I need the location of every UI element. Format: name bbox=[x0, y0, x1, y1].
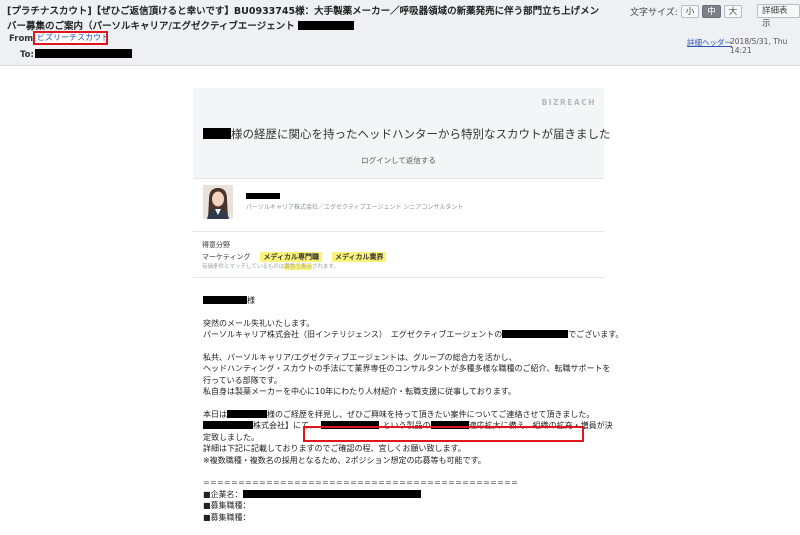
letter-text: パーソルキャリア株式会社（旧インテリジェンス） エグゼクティブエージェントの bbox=[203, 330, 503, 340]
letter-line: ※複数職種・複数名の採用となるため、2ポジション想定の応募等も可能です。 bbox=[203, 455, 486, 465]
job-line: ■募集職種： bbox=[203, 512, 251, 522]
detail-display-button[interactable]: 詳細表示 bbox=[757, 4, 800, 29]
font-size-large-button[interactable]: 大 bbox=[723, 5, 743, 18]
redacted-company bbox=[203, 421, 253, 430]
from-address[interactable]: ビズリーチスカウト+ bbox=[33, 31, 108, 45]
specialty-row: マーケティング メディカル専門職 メディカル業界 bbox=[202, 252, 387, 262]
company-label: ■企業名： bbox=[203, 489, 243, 499]
to-label: To: bbox=[20, 50, 34, 60]
company-line: ■企業名： bbox=[203, 489, 623, 500]
letter-line: 本日は 様のご経歴を拝見し、ぜひご興味を持って頂きたい案件についてご連絡させて頂き… bbox=[203, 409, 623, 420]
letter-text: でございます。 bbox=[568, 330, 624, 340]
redacted-consultant bbox=[502, 330, 569, 339]
avatar-photo bbox=[203, 185, 233, 219]
specialty-note-text: 有価条件とマッチしているものは bbox=[202, 264, 285, 270]
separator-line: ========================================… bbox=[203, 478, 519, 488]
mail-subject: [プラチナスカウト]【ぜひご返信頂けると幸いです】BU0933745様：大手製薬… bbox=[7, 4, 607, 34]
hunter-title: パーソルキャリア株式会社／エグゼクティブエージェント シニアコンサルタント bbox=[246, 204, 464, 211]
letter-line: 詳細は下記に記載しておりますのでご確認の程、宜しくお願い致します。 bbox=[203, 444, 466, 454]
headline-text: 様の経歴に関心を持ったヘッドハンターから特別なスカウトが届きました bbox=[231, 127, 611, 141]
hunter-avatar bbox=[203, 185, 233, 219]
divider bbox=[193, 231, 604, 232]
redacted-hunter-name bbox=[246, 193, 280, 199]
font-size-label: 文字サイズ: bbox=[630, 8, 678, 18]
font-size-control: 文字サイズ: 小 中 大 bbox=[630, 5, 743, 18]
redacted-recipient bbox=[203, 296, 247, 304]
login-reply-link[interactable]: ログインして返信する bbox=[193, 155, 604, 166]
specialty-note-text: されます。 bbox=[311, 264, 339, 270]
salutation-suffix: 様 bbox=[247, 296, 255, 305]
salutation: 様 bbox=[203, 295, 623, 306]
specialty-label: 得意分野 bbox=[202, 241, 230, 249]
letter-line: 突然のメール失礼いたします。 bbox=[203, 318, 315, 328]
specialty-field: マーケティング bbox=[202, 253, 251, 261]
redacted-company-name bbox=[242, 489, 421, 498]
scout-card: BIZREACH 様の経歴に関心を持ったヘッドハンターから特別なスカウトが届きま… bbox=[193, 88, 611, 178]
scout-headline: 様の経歴に関心を持ったヘッドハンターから特別なスカウトが届きました bbox=[203, 126, 611, 142]
redacted-name bbox=[203, 128, 231, 139]
divider bbox=[193, 178, 604, 179]
bizreach-logo: BIZREACH bbox=[541, 98, 596, 107]
specialty-tag: メディカル専門職 bbox=[260, 252, 322, 262]
letter-line: ヘッドハンティング・スカウトの手法にて業界専任のコンサルタントが多種多様な職種の… bbox=[203, 364, 611, 374]
detail-header-link[interactable]: 詳細ヘッダー bbox=[687, 37, 732, 48]
redacted-subject-part bbox=[298, 21, 355, 30]
letter-body: 様 突然のメール失礼いたします。 パーソルキャリア株式会社（旧インテリジェンス）… bbox=[203, 295, 623, 523]
from-sender-name[interactable]: ビズリーチスカウト bbox=[37, 33, 106, 42]
font-size-small-button[interactable]: 小 bbox=[680, 5, 700, 18]
mail-date: 2018/5/31, Thu 14:21 bbox=[730, 37, 788, 55]
specialty-note-highlight: 黄色で表示 bbox=[284, 264, 312, 270]
letter-line: 私共、パーソルキャリア/エグゼクティブエージェントは、グループの総合力を活かし、 bbox=[203, 353, 517, 362]
redacted-recipient bbox=[227, 410, 267, 419]
divider bbox=[193, 277, 604, 278]
letter-text: 本日は bbox=[203, 410, 227, 420]
letter-line: 行っている部隊です。 bbox=[203, 375, 282, 385]
annotation-highlight-box bbox=[303, 426, 584, 442]
letter-line: パーソルキャリア株式会社（旧インテリジェンス） エグゼクティブエージェントの でご… bbox=[203, 329, 623, 340]
redacted-to-address bbox=[35, 49, 132, 58]
specialty-note: 有価条件とマッチしているものは黄色で表示されます。 bbox=[202, 262, 339, 270]
letter-line: 私自身は製薬メーカーを中心に10年にわたり人材紹介・転職支援に従事しております。 bbox=[203, 387, 516, 397]
specialty-tag: メディカル業界 bbox=[331, 252, 387, 262]
job-line: ■募集職種： bbox=[203, 501, 251, 511]
font-size-medium-button[interactable]: 中 bbox=[702, 5, 721, 18]
letter-text: 様のご経歴を拝見し、ぜひご興味を持って頂きたい案件についてご連絡させて頂きました… bbox=[267, 410, 595, 420]
mail-header: [プラチナスカウト]【ぜひご返信頂けると幸いです】BU0933745様：大手製薬… bbox=[0, 0, 800, 66]
